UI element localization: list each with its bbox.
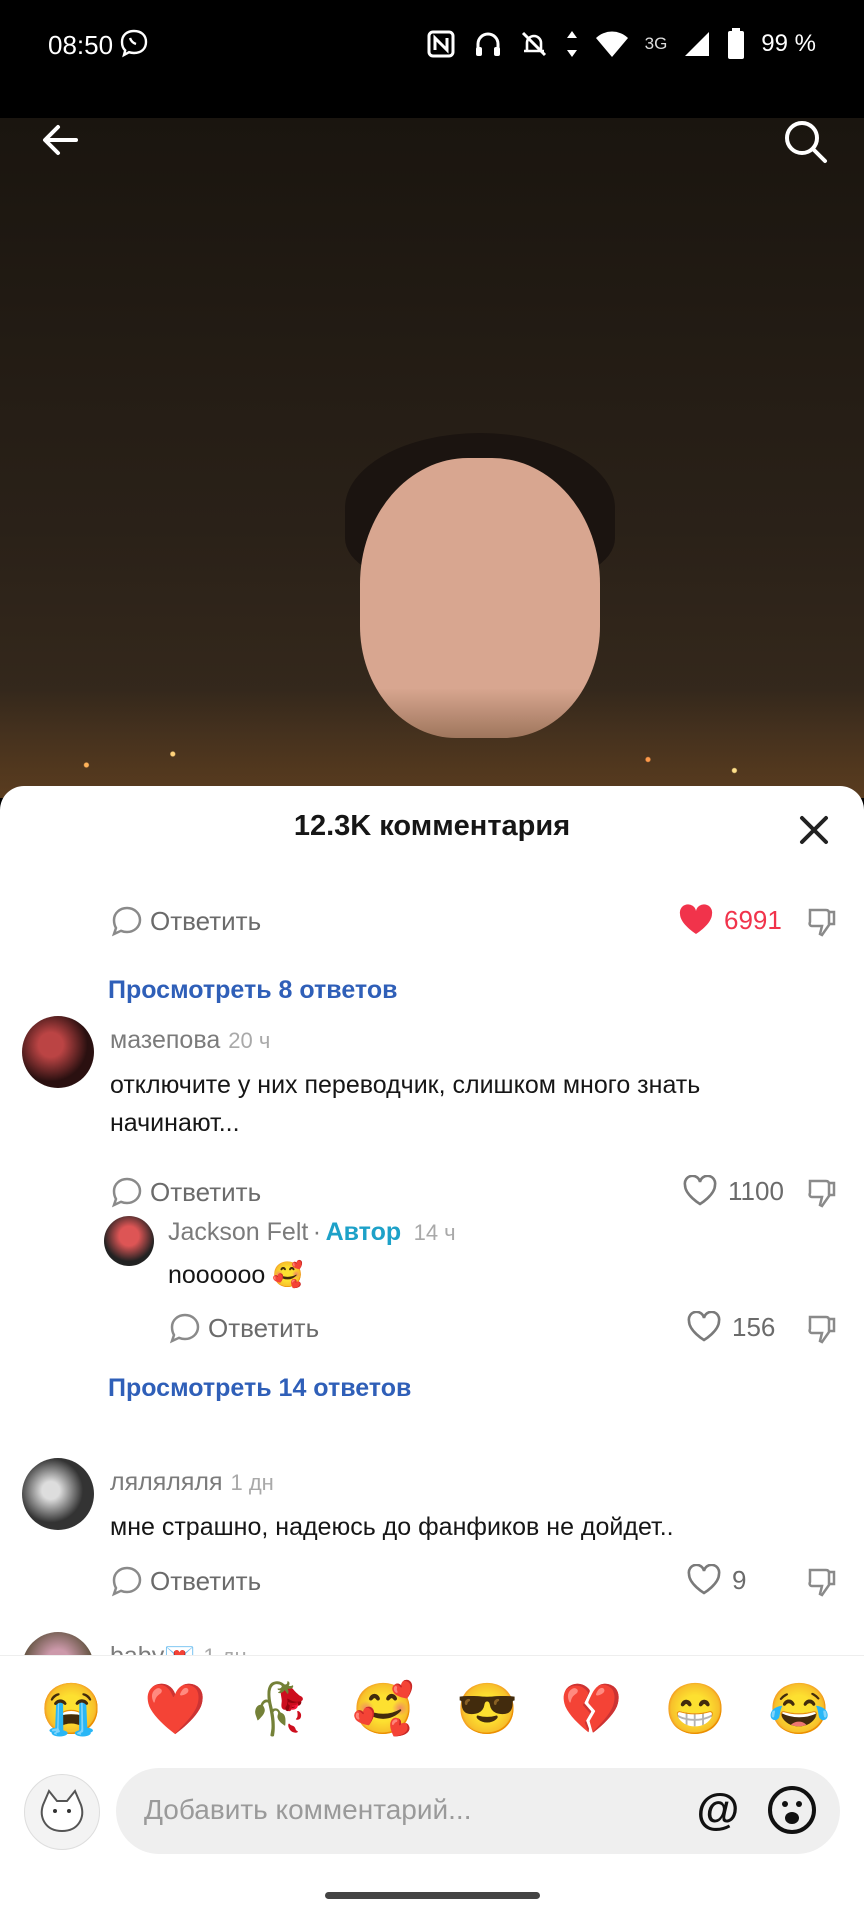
battery-text: 99 % xyxy=(761,30,816,57)
reply-emoji: 🥰 xyxy=(272,1261,304,1289)
cat-avatar-icon xyxy=(40,1789,84,1833)
avatar[interactable] xyxy=(22,1016,94,1088)
close-icon xyxy=(800,816,828,844)
reply-label: Ответить xyxy=(150,1565,262,1596)
avatar[interactable] xyxy=(22,1458,94,1530)
emoji-button[interactable]: 😁 xyxy=(664,1680,726,1739)
status-time: 08:50 xyxy=(48,30,114,60)
comment-input-placeholder: Добавить комментарий... xyxy=(144,1794,472,1825)
heart-icon xyxy=(687,1311,721,1342)
emoji-button[interactable]: 😭 xyxy=(40,1680,102,1739)
nfc-icon xyxy=(427,30,455,58)
3g-label: 3G xyxy=(644,34,668,53)
reply-button[interactable]: Ответить xyxy=(168,1311,319,1345)
dislike-icon[interactable] xyxy=(804,1311,840,1347)
status-icons: 3G 99 % xyxy=(425,28,816,60)
reply-icon xyxy=(111,1566,142,1597)
search-icon xyxy=(785,121,827,163)
mention-button[interactable]: @ xyxy=(690,1782,746,1838)
close-button[interactable] xyxy=(790,806,838,854)
video-city-lights xyxy=(0,688,864,798)
signal-icon xyxy=(685,32,710,56)
current-user-avatar[interactable] xyxy=(24,1774,100,1850)
like-count: 156 xyxy=(732,1311,776,1342)
reply-button[interactable]: Ответить xyxy=(110,1564,261,1598)
emoji-button[interactable]: 🥀 xyxy=(248,1680,310,1739)
heart-icon xyxy=(683,1175,717,1206)
emoji-button[interactable]: 😎 xyxy=(456,1680,518,1739)
dislike-icon[interactable] xyxy=(804,904,840,940)
comment-header: ляляляля 1 дн xyxy=(110,1468,274,1497)
view-replies-link[interactable]: Просмотреть 14 ответов xyxy=(108,1374,411,1403)
top-like-count: 6991 xyxy=(724,904,782,935)
reply-separator: · xyxy=(312,1218,322,1246)
back-button[interactable] xyxy=(30,110,90,170)
heart-filled-icon xyxy=(679,904,713,934)
comment-header: мазепова 20 ч xyxy=(110,1026,270,1055)
wifi-icon xyxy=(595,31,628,57)
like-button[interactable]: 1100 xyxy=(682,1175,784,1207)
comment-time: 1 дн xyxy=(230,1470,274,1495)
emoji-button[interactable]: ❤️ xyxy=(144,1680,206,1739)
top-reply-button[interactable]: Ответить xyxy=(110,904,261,938)
comment-time: 20 ч xyxy=(228,1028,271,1053)
top-like-button[interactable]: 6991 xyxy=(678,904,782,936)
reply-label: Ответить xyxy=(150,1176,262,1207)
top-reply-label: Ответить xyxy=(150,905,262,936)
status-bar: 08:50 3G 99 % xyxy=(0,0,864,118)
reply-time: 14 ч xyxy=(413,1220,456,1245)
comment-text: отключите у них переводчик, слишком мног… xyxy=(110,1071,701,1137)
viber-icon xyxy=(120,29,148,58)
dislike-icon[interactable] xyxy=(804,1175,840,1211)
comments-title: 12.3K комментария xyxy=(293,810,571,842)
view-replies-link[interactable]: Просмотреть 8 ответов xyxy=(108,976,397,1005)
comment-text: мне страшно, надеюсь до фанфиков не дойд… xyxy=(110,1513,674,1541)
reply-icon xyxy=(169,1313,200,1344)
reply-label: Ответить xyxy=(208,1312,320,1343)
reply-header: Jackson Felt · Автор 14 ч xyxy=(168,1218,456,1247)
comment-username[interactable]: мазепова xyxy=(110,1026,220,1054)
heart-icon xyxy=(687,1564,721,1595)
author-badge: Автор xyxy=(325,1218,402,1246)
comment-username[interactable]: ляляляля xyxy=(110,1468,223,1496)
headphones-icon xyxy=(475,32,500,56)
reply-icon xyxy=(111,1177,142,1208)
reply-username[interactable]: Jackson Felt xyxy=(168,1218,308,1246)
smile-icon[interactable] xyxy=(764,1782,820,1838)
arrow-left-icon xyxy=(43,125,78,155)
home-indicator[interactable] xyxy=(325,1892,540,1899)
reply-text: noooooo xyxy=(168,1261,266,1289)
like-button[interactable]: 156 xyxy=(686,1311,775,1343)
search-button[interactable] xyxy=(776,112,836,172)
dislike-icon[interactable] xyxy=(804,1564,840,1600)
emoji-button[interactable]: 🥰 xyxy=(352,1680,414,1739)
reply-button[interactable]: Ответить xyxy=(110,1175,261,1209)
video-player[interactable] xyxy=(0,118,864,798)
emoji-button[interactable]: 😂 xyxy=(768,1680,830,1739)
like-button[interactable]: 9 xyxy=(686,1564,746,1596)
like-count: 1100 xyxy=(728,1175,784,1206)
reply-icon xyxy=(111,906,142,937)
avatar[interactable] xyxy=(104,1216,154,1266)
like-count: 9 xyxy=(732,1564,747,1595)
data-arrows-icon xyxy=(566,31,577,57)
reply-text-line: noooooo 🥰 xyxy=(168,1256,303,1294)
emoji-button[interactable]: 💔 xyxy=(560,1680,622,1739)
battery-icon xyxy=(728,28,745,59)
bell-off-icon xyxy=(521,31,546,57)
